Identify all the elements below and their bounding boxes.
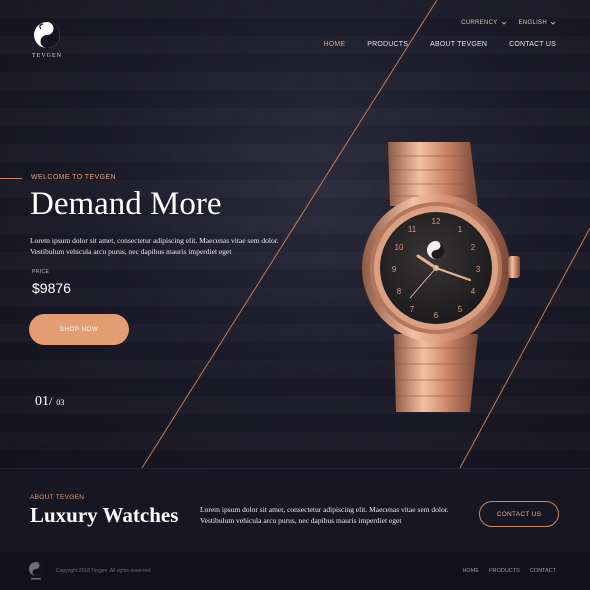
svg-text:12: 12 [432,217,441,226]
nav-contact[interactable]: CONTACT US [509,41,556,48]
svg-text:5: 5 [458,305,463,314]
language-label: ENGLISH [518,20,547,26]
currency-selector[interactable]: CURRENCY [461,20,506,26]
price-label: PRICE [32,269,50,275]
footer-nav: HOME PRODUCTS CONTACT [462,568,556,574]
shop-now-button[interactable]: SHOP NOW [29,314,129,345]
chevron-down-icon [550,21,556,25]
footer-nav-contact[interactable]: CONTACT [530,568,556,574]
yin-yang-logo-icon [34,22,60,48]
hero-section: TEVGEN CURRENCY ENGLISH HOME PRODUCTS AB… [0,0,590,468]
svg-text:3: 3 [476,265,481,274]
about-section: ABOUT TEVGEN Luxury Watches Lorem ipsum … [0,468,590,552]
about-eyebrow: ABOUT TEVGEN [30,494,85,501]
hero-headline: Demand More [30,186,222,222]
price-value: $9876 [32,280,71,296]
svg-text:4: 4 [471,287,476,296]
copyright-text: Copyright 2018 Tevgen. All rights reserv… [56,568,152,574]
watch-image: 12 3 6 9 12 45 78 10 11 [362,142,520,412]
slide-separator: / [49,394,53,408]
hero-description: Lorem ipsum dolor sit amet, consectetur … [30,236,279,256]
hero-eyebrow: WELCOME TO TEVGEN [31,174,116,181]
svg-text:10: 10 [395,243,404,252]
svg-text:8: 8 [397,287,402,296]
svg-text:1: 1 [458,225,463,234]
svg-text:6: 6 [434,311,439,320]
about-text: Lorem ipsum dolor sit amet, consectetur … [200,505,449,525]
svg-text:2: 2 [471,243,476,252]
slide-current: 01 [35,394,49,409]
main-nav: HOME PRODUCTS ABOUT TEVGEN CONTACT US [323,41,556,48]
contact-us-button[interactable]: CONTACT US [479,501,559,527]
footer-nav-products[interactable]: PRODUCTS [489,568,520,574]
nav-about[interactable]: ABOUT TEVGEN [430,41,487,48]
chevron-down-icon [501,21,506,25]
eyebrow-divider [0,178,22,179]
brand-name: TEVGEN [32,53,62,59]
slide-counter: 01/ 03 [35,392,64,410]
svg-text:9: 9 [392,265,397,274]
language-selector[interactable]: ENGLISH [519,20,556,26]
about-title: Luxury Watches [30,503,179,527]
nav-products[interactable]: PRODUCTS [367,41,408,48]
svg-text:7: 7 [410,305,415,314]
nav-home[interactable]: HOME [323,41,345,48]
svg-text:11: 11 [408,225,417,234]
footer: Copyright 2018 Tevgen. All rights reserv… [0,552,590,590]
currency-label: CURRENCY [461,20,498,26]
utility-bar: CURRENCY ENGLISH [461,20,556,26]
footer-logo-icon[interactable] [28,561,44,581]
slide-total: 03 [56,398,65,407]
footer-nav-home[interactable]: HOME [462,568,479,574]
brand-logo[interactable]: TEVGEN [30,20,64,59]
